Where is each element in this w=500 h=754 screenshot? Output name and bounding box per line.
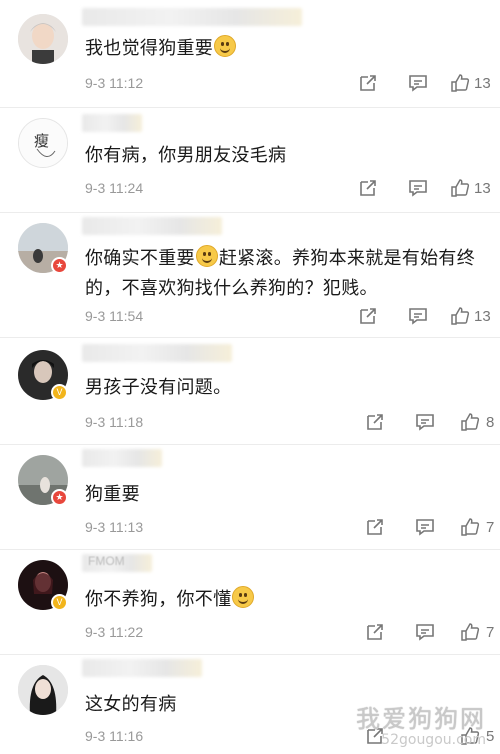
share-button[interactable] bbox=[358, 305, 378, 327]
svg-text:瘦: 瘦 bbox=[34, 132, 49, 150]
avatar[interactable] bbox=[18, 14, 68, 64]
avatar[interactable] bbox=[18, 665, 68, 715]
like-button[interactable]: 13 bbox=[450, 305, 491, 327]
share-button[interactable] bbox=[365, 411, 385, 433]
username-redacted[interactable] bbox=[82, 659, 202, 677]
username-redacted[interactable] bbox=[82, 114, 142, 132]
comment-icon bbox=[409, 180, 427, 197]
thumbs-up-icon bbox=[461, 413, 480, 431]
timestamp: 9-3 11:16 bbox=[85, 728, 144, 744]
thumbs-up-icon bbox=[451, 307, 470, 325]
comment-icon bbox=[416, 414, 434, 431]
avatar[interactable]: 瘦 bbox=[18, 118, 68, 168]
avatar-image bbox=[18, 665, 68, 715]
like-count: 13 bbox=[474, 179, 491, 197]
username-redacted[interactable] bbox=[82, 344, 232, 362]
like-count: 13 bbox=[474, 74, 491, 92]
verified-badge: V bbox=[51, 384, 68, 401]
verified-badge: V bbox=[51, 594, 68, 611]
comment-item: V 男孩子没有问题。 9-3 11:18 8 bbox=[0, 338, 500, 445]
comment-icon bbox=[409, 75, 427, 92]
avatar-image bbox=[18, 14, 68, 64]
like-button[interactable]: 13 bbox=[450, 177, 491, 199]
share-icon bbox=[367, 624, 383, 640]
comment-icon bbox=[409, 308, 427, 325]
like-button[interactable]: 8 bbox=[460, 411, 494, 433]
like-count: 5 bbox=[486, 727, 495, 745]
timestamp: 9-3 11:18 bbox=[85, 414, 144, 430]
verified-badge: ★ bbox=[51, 257, 68, 274]
like-button[interactable]: 13 bbox=[450, 72, 491, 94]
like-count: 7 bbox=[486, 623, 495, 641]
comment-button[interactable] bbox=[408, 305, 428, 327]
timestamp: 9-3 11:12 bbox=[85, 75, 144, 91]
comment-icon bbox=[416, 624, 434, 641]
comment-text: 你有病，你男朋友没毛病 bbox=[85, 145, 287, 165]
comment-text: 你不养狗，你不懂 bbox=[85, 584, 476, 614]
timestamp: 9-3 11:13 bbox=[85, 519, 144, 535]
share-icon bbox=[360, 308, 376, 324]
smile-emoji-icon bbox=[195, 245, 218, 267]
share-button[interactable] bbox=[365, 516, 385, 538]
username-redacted[interactable] bbox=[82, 217, 222, 235]
username-redacted[interactable] bbox=[82, 8, 302, 26]
like-button[interactable]: 7 bbox=[460, 516, 494, 538]
comment-button[interactable] bbox=[415, 516, 435, 538]
share-icon bbox=[360, 75, 376, 91]
comment-text: 男孩子没有问题。 bbox=[85, 377, 232, 397]
comment-icon bbox=[416, 519, 434, 536]
comment-button[interactable] bbox=[408, 177, 428, 199]
verified-badge: ★ bbox=[51, 489, 68, 506]
username-partial: FMOM bbox=[88, 554, 125, 568]
shush-emoji-icon bbox=[214, 35, 237, 57]
comment-item: V FMOM 你不养狗，你不懂 9-3 11:22 7 bbox=[0, 550, 500, 655]
timestamp: 9-3 11:24 bbox=[85, 180, 144, 196]
timestamp: 9-3 11:22 bbox=[85, 624, 144, 640]
comment-text: 狗重要 bbox=[85, 484, 140, 504]
watermark-title: 我爱狗狗网 bbox=[356, 705, 486, 733]
comment-text: 我也觉得狗重要 bbox=[85, 33, 476, 63]
thumbs-up-icon bbox=[451, 74, 470, 92]
smile-emoji-icon bbox=[232, 586, 255, 608]
comment-item: ★ 你确实不重要 赶紧滚。养狗本来就是有始有终的，不喜欢狗找什么养狗的？犯贱。 9… bbox=[0, 213, 500, 338]
site-watermark: 我爱狗狗网 52gougou.com bbox=[356, 699, 486, 748]
like-button[interactable]: 7 bbox=[460, 621, 494, 643]
share-button[interactable] bbox=[365, 621, 385, 643]
thumbs-up-icon bbox=[461, 623, 480, 641]
comment-text: 你确实不重要 赶紧滚。养狗本来就是有始有终的，不喜欢狗找什么养狗的？犯贱。 bbox=[85, 243, 476, 303]
share-icon bbox=[367, 519, 383, 535]
username-redacted[interactable] bbox=[82, 449, 162, 467]
thumbs-up-icon bbox=[451, 179, 470, 197]
comment-item: 瘦 你有病，你男朋友没毛病 9-3 11:24 13 bbox=[0, 108, 500, 213]
share-button[interactable] bbox=[358, 72, 378, 94]
comment-item: ★ 狗重要 9-3 11:13 7 bbox=[0, 445, 500, 550]
share-icon bbox=[367, 414, 383, 430]
share-button[interactable] bbox=[358, 177, 378, 199]
like-count: 8 bbox=[486, 413, 495, 431]
timestamp: 9-3 11:54 bbox=[85, 308, 144, 324]
thumbs-up-icon bbox=[461, 518, 480, 536]
like-count: 13 bbox=[474, 307, 491, 325]
share-icon bbox=[360, 180, 376, 196]
like-count: 7 bbox=[486, 518, 495, 536]
comment-button[interactable] bbox=[408, 72, 428, 94]
watermark-url: 52gougou.com bbox=[381, 732, 486, 748]
comment-item: 我也觉得狗重要 9-3 11:12 13 bbox=[0, 0, 500, 108]
avatar-image: 瘦 bbox=[19, 119, 67, 167]
comment-button[interactable] bbox=[415, 411, 435, 433]
comment-button[interactable] bbox=[415, 621, 435, 643]
